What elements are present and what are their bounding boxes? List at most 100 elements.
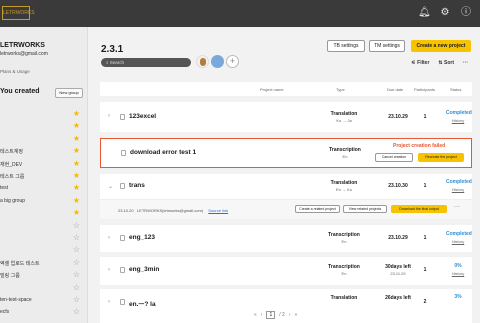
sidebar-item[interactable]: ten-test-space ☆ <box>0 295 87 307</box>
star-icon[interactable]: ★ <box>73 134 80 144</box>
star-icon[interactable]: ☆ <box>73 233 80 243</box>
star-icon[interactable]: ★ <box>73 109 80 119</box>
sidebar-item[interactable]: test ★ <box>0 183 87 195</box>
star-icon[interactable]: ★ <box>73 171 80 181</box>
project-name[interactable]: download error test 1 <box>130 149 196 156</box>
project-name[interactable]: trans <box>129 182 145 189</box>
bell-icon[interactable]: 🔔︎ <box>418 7 431 19</box>
current-page[interactable]: 1 <box>266 311 276 319</box>
col-due-date: Due date <box>387 87 404 92</box>
history-link[interactable]: History <box>446 239 470 244</box>
history-link[interactable]: History <box>446 271 470 276</box>
star-icon[interactable]: ☆ <box>73 258 80 268</box>
more-options-button[interactable]: ··· <box>463 60 468 66</box>
tm-settings-button[interactable]: TM settings <box>369 40 405 52</box>
plans-usage-link[interactable]: Plans & Usage <box>0 69 30 74</box>
project-type: Transcription <box>329 147 361 153</box>
project-name[interactable]: eng_123 <box>129 234 155 241</box>
next-page-button[interactable]: › <box>289 312 291 318</box>
sidebar-item[interactable]: ecfs ☆ <box>0 307 87 319</box>
sidebar-item[interactable]: 엑셀 업로드 테스트 ☆ <box>0 258 87 270</box>
search-input[interactable]: ⌕ Search <box>101 58 191 67</box>
first-page-button[interactable]: « <box>254 312 257 318</box>
status-badge: 3% <box>454 294 462 300</box>
participants-count: 1 <box>423 235 427 241</box>
star-icon[interactable]: ☆ <box>73 221 80 231</box>
document-icon <box>120 299 125 305</box>
main-content: 2.3.1 ⌕ Search + TB settings TM settings… <box>88 27 480 323</box>
project-lang: En <box>341 239 347 244</box>
due-date: 26days left <box>385 295 411 301</box>
star-icon[interactable]: ★ <box>73 146 80 156</box>
view-related-button[interactable]: View related projects <box>343 205 387 213</box>
project-name[interactable]: eng_3min <box>129 266 159 273</box>
star-icon[interactable]: ★ <box>73 196 80 206</box>
last-page-button[interactable]: » <box>294 312 297 318</box>
table-row[interactable]: › eng_3min Transcription En 30days left … <box>100 257 472 285</box>
download-final-button[interactable]: Download the final output <box>391 205 447 213</box>
star-icon[interactable]: ★ <box>73 159 80 169</box>
project-type: Transcription <box>328 232 360 238</box>
new-group-button[interactable]: New group <box>55 88 83 98</box>
sidebar-item-label: test <box>0 185 9 192</box>
chevron-right-icon[interactable]: › <box>108 299 110 305</box>
info-icon[interactable]: ⓘ <box>460 7 472 19</box>
sidebar-item[interactable]: ☆ <box>0 245 87 257</box>
star-icon[interactable]: ☆ <box>73 295 80 305</box>
sidebar-item[interactable]: 테스트계정 ★ <box>0 146 87 158</box>
add-member-button[interactable]: + <box>226 55 239 68</box>
table-row[interactable]: ⌄ trans Translation En → Ko 23.10.30 1 C… <box>100 174 472 199</box>
chevron-right-icon[interactable]: › <box>108 235 110 241</box>
due-date: 23.10.29 <box>388 235 408 241</box>
project-type: Translation <box>330 111 358 117</box>
star-icon[interactable]: ☆ <box>73 307 80 317</box>
source-link[interactable]: Source link <box>208 208 228 213</box>
sidebar-item[interactable]: 빌링 그룹 ☆ <box>0 270 87 282</box>
chevron-right-icon[interactable]: › <box>108 267 110 273</box>
table-row-failed[interactable]: download error test 1 Transcription En P… <box>100 138 472 168</box>
sidebar-item[interactable]: ★ <box>0 208 87 220</box>
project-name[interactable]: 123excel <box>129 113 156 120</box>
create-project-button[interactable]: Create a new project <box>411 40 471 52</box>
create-related-button[interactable]: Create a related project <box>295 205 340 213</box>
sidebar-item[interactable]: ☆ <box>0 221 87 233</box>
star-icon[interactable]: ★ <box>73 121 80 131</box>
chevron-down-icon[interactable]: ⌄ <box>108 183 113 190</box>
star-icon[interactable]: ★ <box>73 208 80 218</box>
sort-button[interactable]: ⇅ Sort <box>438 60 454 66</box>
sidebar: LETRWORKS letrworks@gmail.com Plans & Us… <box>0 27 88 323</box>
sidebar-item[interactable]: ☆ <box>0 283 87 295</box>
sidebar-item[interactable]: 테스트 그룹 ★ <box>0 171 87 183</box>
recreate-project-button[interactable]: Recreate the project <box>418 153 464 162</box>
workspace-name[interactable]: LETRWORKS <box>0 42 45 49</box>
sidebar-item[interactable]: ☆ <box>0 233 87 245</box>
expanded-meta: 23.10.20 LETRWORKS(letrworks@gmail.com) … <box>118 208 228 213</box>
star-icon[interactable]: ☆ <box>73 245 80 255</box>
history-link[interactable]: History <box>446 118 470 123</box>
sidebar-item[interactable]: ★ <box>0 134 87 146</box>
star-icon[interactable]: ☆ <box>73 283 80 293</box>
project-name[interactable]: en.ㅡ? la <box>129 298 156 308</box>
sidebar-item[interactable]: ★ <box>0 109 87 121</box>
chevron-right-icon[interactable]: › <box>108 113 110 119</box>
tb-settings-button[interactable]: TB settings <box>327 40 365 52</box>
avatar[interactable] <box>196 55 209 68</box>
cancel-creation-button[interactable]: Cancel creation <box>375 153 413 162</box>
app-logo[interactable]: LETRWORKS <box>2 6 35 20</box>
document-icon <box>120 267 125 273</box>
sort-label: Sort <box>444 60 454 66</box>
owner: LETRWORKS(letrworks@gmail.com) <box>136 208 204 213</box>
star-icon[interactable]: ★ <box>73 183 80 193</box>
filter-button[interactable]: ⚟ Filter <box>411 60 429 66</box>
row-more-button[interactable]: ··· <box>454 204 460 210</box>
sidebar-item[interactable]: a big group ★ <box>0 196 87 208</box>
avatar[interactable] <box>211 55 224 68</box>
table-row[interactable]: › 123excel Translation Ko → Ja 23.10.29 … <box>100 102 472 132</box>
sidebar-item[interactable]: 재현_DEV ★ <box>0 159 87 171</box>
prev-page-button[interactable]: ‹ <box>261 312 263 318</box>
history-link[interactable]: History <box>446 187 470 192</box>
table-row[interactable]: › eng_123 Transcription En 23.10.29 1 Co… <box>100 225 472 252</box>
settings-icon[interactable]: ⚙ <box>439 7 451 19</box>
sidebar-item[interactable]: ★ <box>0 121 87 133</box>
star-icon[interactable]: ☆ <box>73 270 80 280</box>
